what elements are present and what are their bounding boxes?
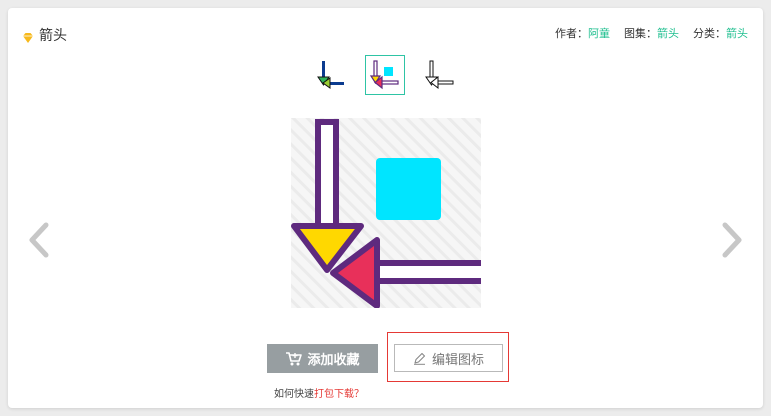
- chevron-right-icon: [722, 222, 742, 258]
- thumbnail-style-3[interactable]: [419, 55, 459, 95]
- icon-detail-card: 箭头 作者：阿童 图集：箭头 分类：箭头 添加收藏 编辑图标 如何快速打包下载？: [8, 8, 763, 408]
- bulk-download-link[interactable]: 打包下载: [314, 389, 354, 400]
- chevron-left-icon: [29, 222, 49, 258]
- thumbnail-style-1[interactable]: [311, 55, 351, 95]
- download-help: 如何快速打包下载？: [274, 389, 364, 400]
- album-link[interactable]: 箭头: [657, 27, 679, 40]
- icon-title: 箭头: [39, 28, 67, 44]
- corner-arrow-icon: [291, 118, 488, 309]
- arrow-outline-icon: [425, 60, 454, 90]
- author-link[interactable]: 阿童: [588, 27, 610, 40]
- pencil-icon: [413, 352, 426, 365]
- thumbnail-style-2[interactable]: [365, 55, 405, 95]
- author-meta: 作者：阿童: [555, 27, 610, 40]
- album-meta: 图集：箭头: [624, 27, 679, 40]
- add-favorite-label: 添加收藏: [307, 353, 360, 368]
- icon-preview: [291, 118, 488, 309]
- arrow-filled-icon: [369, 60, 399, 90]
- title-row: 箭头: [22, 25, 67, 45]
- style-thumbnails: [311, 55, 459, 95]
- diamond-icon: [22, 29, 34, 43]
- next-icon-button[interactable]: [719, 220, 745, 260]
- category-link[interactable]: 箭头: [726, 27, 748, 40]
- icon-meta: 作者：阿童 图集：箭头 分类：箭头: [555, 25, 748, 41]
- edit-button-highlight: 编辑图标: [387, 332, 509, 382]
- cart-icon: [286, 351, 303, 365]
- edit-icon-button[interactable]: 编辑图标: [394, 344, 503, 372]
- arrow-color-icon: [317, 61, 344, 89]
- add-favorite-button[interactable]: 添加收藏: [267, 344, 378, 373]
- edit-icon-label: 编辑图标: [431, 352, 484, 368]
- prev-icon-button[interactable]: [26, 220, 52, 260]
- category-meta: 分类：箭头: [693, 27, 748, 40]
